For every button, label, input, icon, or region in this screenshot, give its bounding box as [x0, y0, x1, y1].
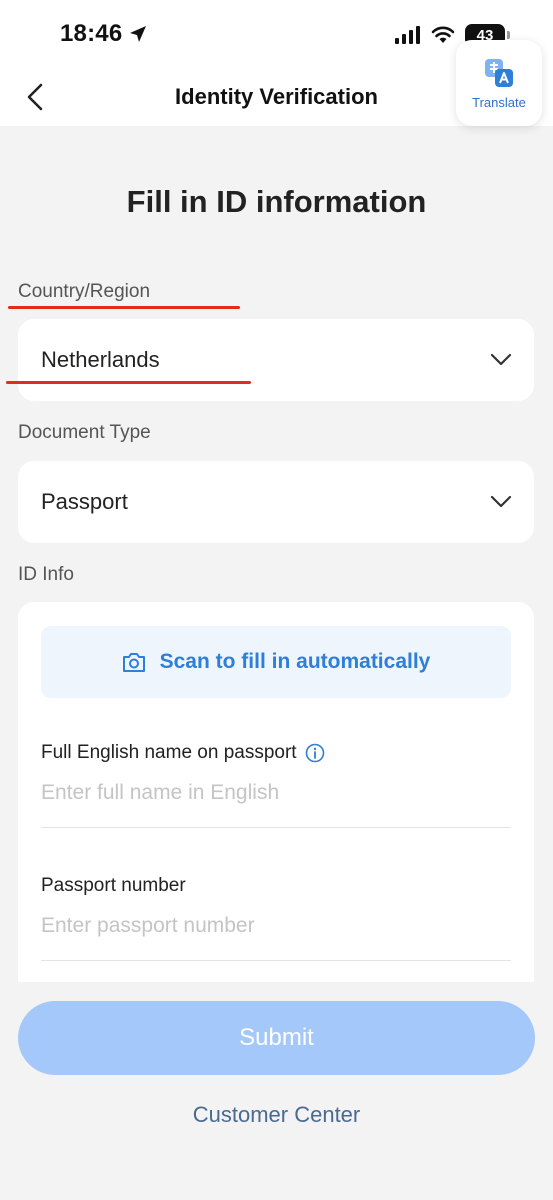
scan-to-fill-button[interactable]: Scan to fill in automatically [41, 626, 511, 698]
annotation-underline-country-value [6, 381, 251, 384]
status-time-text: 18:46 [60, 20, 123, 47]
translate-button[interactable]: Translate [456, 40, 542, 126]
form-heading: Fill in ID information [126, 184, 427, 219]
annotation-underline-country-label [8, 306, 240, 309]
customer-center-link[interactable]: Customer Center [0, 1102, 553, 1128]
translate-icon [485, 58, 513, 87]
translate-label: Translate [472, 94, 526, 110]
cellular-signal-icon [395, 26, 420, 44]
camera-icon [122, 653, 145, 672]
status-bar-time: 18:46 [60, 20, 148, 48]
document-type-label: Document Type [18, 422, 151, 443]
full-name-label: Full English name on passport [41, 742, 297, 763]
document-type-select[interactable]: Passport [18, 461, 534, 543]
full-name-divider [41, 827, 511, 828]
info-icon[interactable] [305, 743, 325, 763]
country-region-value: Netherlands [41, 347, 160, 372]
passport-number-label-row: Passport number [41, 875, 186, 897]
passport-number-divider [41, 960, 511, 961]
scan-to-fill-label: Scan to fill in automatically [159, 650, 431, 673]
id-info-card: Scan to fill in automatically Full Engli… [18, 602, 534, 982]
chevron-down-icon [490, 495, 512, 508]
chevron-down-icon [490, 353, 512, 366]
id-info-label: ID Info [18, 564, 74, 585]
location-arrow-icon [130, 26, 147, 42]
passport-number-label: Passport number [41, 875, 186, 896]
full-name-input[interactable] [41, 775, 511, 811]
country-region-select[interactable]: Netherlands [18, 319, 534, 401]
passport-number-input[interactable] [41, 908, 511, 944]
submit-label: Submit [239, 1024, 314, 1051]
document-type-value: Passport [41, 489, 128, 514]
full-name-label-row: Full English name on passport [41, 742, 325, 764]
submit-button[interactable]: Submit [18, 1001, 535, 1075]
country-region-label: Country/Region [18, 281, 151, 302]
wifi-icon [431, 26, 455, 43]
